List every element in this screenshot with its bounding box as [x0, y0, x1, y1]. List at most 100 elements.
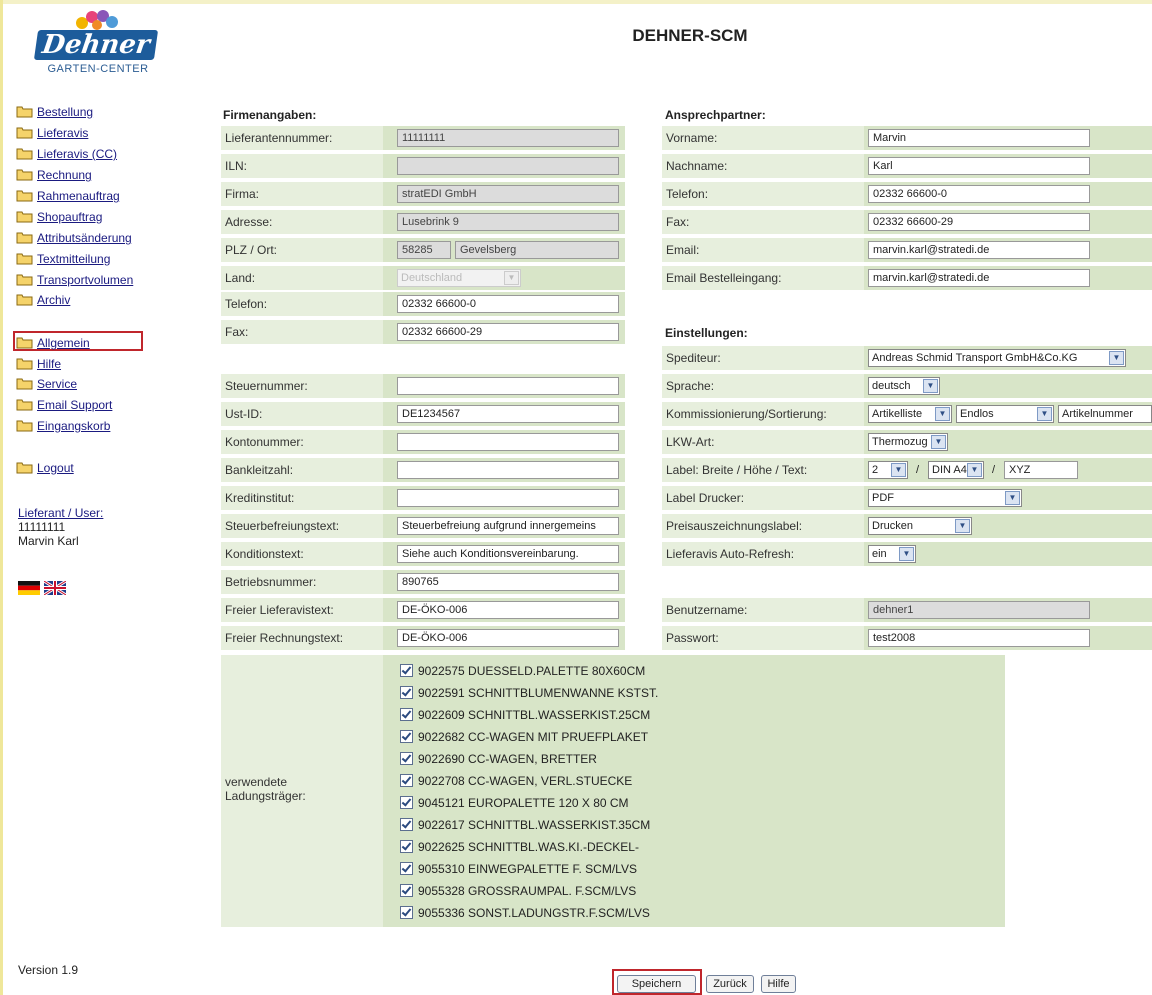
nav-item-shopauftrag[interactable]: Shopauftrag [16, 207, 102, 225]
spediteur-select[interactable]: Andreas Schmid Transport GmbH&Co.KG ▼ [868, 349, 1126, 367]
checkbox-checked-icon[interactable] [400, 818, 413, 832]
ust-id-field[interactable]: DE1234567 [397, 405, 619, 423]
fax-field[interactable]: 02332 66600-29 [397, 323, 619, 341]
field-label: Kreditinstitut: [221, 486, 383, 510]
ladungstraeger-item[interactable]: 9022682 CC-WAGEN MIT PRUEFPLAKET [400, 729, 648, 745]
checkbox-checked-icon[interactable] [400, 730, 413, 744]
ladungstraeger-item[interactable]: 9022575 DUESSELD.PALETTE 80X60CM [400, 663, 645, 679]
label-breite-select[interactable]: 2 ▼ [868, 461, 908, 479]
nav-item-bestellung[interactable]: Bestellung [16, 102, 93, 120]
row-freier-rechnungstext: Freier Rechnungstext: DE-ÖKO-006 [221, 626, 625, 650]
iln-field[interactable] [397, 157, 619, 175]
save-button[interactable]: Speichern [617, 975, 696, 993]
nav-item-allgemein[interactable]: Allgemein [16, 333, 90, 351]
ladungstraeger-item[interactable]: 9022690 CC-WAGEN, BRETTER [400, 751, 597, 767]
auto-refresh-select[interactable]: ein ▼ [868, 545, 916, 563]
ladungstraeger-item[interactable]: 9022708 CC-WAGEN, VERL.STUECKE [400, 773, 632, 789]
nachname-field[interactable]: Karl [868, 157, 1090, 175]
vorname-field[interactable]: Marvin [868, 129, 1090, 147]
uk-flag-icon[interactable] [43, 579, 68, 597]
help-button[interactable]: Hilfe [761, 975, 796, 993]
nav-label: Allgemein [37, 335, 90, 350]
checkbox-checked-icon[interactable] [400, 664, 413, 678]
betriebsnummer-field[interactable]: 890765 [397, 573, 619, 591]
kommissionierung-select-2[interactable]: Endlos ▼ [956, 405, 1054, 423]
ladungstraeger-item[interactable]: 9055310 EINWEGPALETTE F. SCM/LVS [400, 861, 637, 877]
checkbox-checked-icon[interactable] [400, 884, 413, 898]
nav-item-textmitteilung[interactable]: Textmitteilung [16, 249, 110, 267]
ansprech-fax-field[interactable]: 02332 66600-29 [868, 213, 1090, 231]
bankleitzahl-field[interactable] [397, 461, 619, 479]
land-select[interactable]: Deutschland ▼ [397, 269, 521, 287]
ladungstraeger-item[interactable]: 9055328 GROSSRAUMPAL. F.SCM/LVS [400, 883, 636, 899]
folder-icon [16, 462, 33, 474]
field-cell: 02332 66600-0 [864, 182, 1152, 206]
ansprech-telefon-field[interactable]: 02332 66600-0 [868, 185, 1090, 203]
adresse-field[interactable]: Lusebrink 9 [397, 213, 619, 231]
field-cell: PDF ▼ [864, 486, 1152, 510]
ladungstraeger-item[interactable]: 9022591 SCHNITTBLUMENWANNE KSTST. [400, 685, 658, 701]
checkbox-checked-icon[interactable] [400, 906, 413, 920]
freier-rechnungstext-field[interactable]: DE-ÖKO-006 [397, 629, 619, 647]
lieferantennummer-field[interactable]: 11111111 [397, 129, 619, 147]
preisauszeichnung-select[interactable]: Drucken ▼ [868, 517, 972, 535]
nav-item-rahmenauftrag[interactable]: Rahmenauftrag [16, 186, 120, 204]
field-label: Email Bestelleingang: [662, 266, 864, 290]
nav-item-logout[interactable]: Logout [16, 458, 74, 476]
sprache-select[interactable]: deutsch ▼ [868, 377, 940, 395]
nav-item-lieferavis[interactable]: Lieferavis [16, 123, 88, 141]
checkbox-checked-icon[interactable] [400, 708, 413, 722]
kommissionierung-select-1[interactable]: Artikelliste ▼ [868, 405, 952, 423]
checkbox-checked-icon[interactable] [400, 840, 413, 854]
sprache-select-value: deutsch [872, 380, 911, 392]
telefon-field[interactable]: 02332 66600-0 [397, 295, 619, 313]
ladungstraeger-item[interactable]: 9045121 EUROPALETTE 120 X 80 CM [400, 795, 629, 811]
nav-item-service[interactable]: Service [16, 374, 77, 392]
german-flag-icon[interactable] [18, 581, 40, 595]
checkbox-checked-icon[interactable] [400, 752, 413, 766]
firma-field[interactable]: stratEDI GmbH [397, 185, 619, 203]
kontonummer-field[interactable] [397, 433, 619, 451]
kommissionierung-select-3[interactable]: Artikelnummer [1058, 405, 1152, 423]
field-cell [383, 486, 625, 510]
nav-item-rechnung[interactable]: Rechnung [16, 165, 92, 183]
passwort-field[interactable]: test2008 [868, 629, 1090, 647]
steuerbefreiungstext-field[interactable]: Steuerbefreiung aufgrund innergemeins [397, 517, 619, 535]
label-text-field[interactable]: XYZ [1004, 461, 1078, 479]
nav-item-eingangskorb[interactable]: Eingangskorb [16, 416, 110, 434]
email-field[interactable]: marvin.karl@stratedi.de [868, 241, 1090, 259]
nav-item-archiv[interactable]: Archiv [16, 290, 70, 308]
checkbox-checked-icon[interactable] [400, 862, 413, 876]
field-cell: test2008 [864, 626, 1152, 650]
ladungstraeger-item[interactable]: 9022617 SCHNITTBL.WASSERKIST.35CM [400, 817, 650, 833]
checkbox-checked-icon[interactable] [400, 774, 413, 788]
checkbox-checked-icon[interactable] [400, 796, 413, 810]
field-cell: stratEDI GmbH [383, 182, 625, 206]
nav-item-transportvolumen[interactable]: Transportvolumen [16, 270, 133, 288]
row-ansprech-telefon: Telefon: 02332 66600-0 [662, 182, 1152, 206]
plz-field[interactable]: 58285 [397, 241, 451, 259]
nav-item-lieferavis-cc[interactable]: Lieferavis (CC) [16, 144, 117, 162]
nav-item-hilfe[interactable]: Hilfe [16, 354, 61, 372]
field-label: Vorname: [662, 126, 864, 150]
label-drucker-select[interactable]: PDF ▼ [868, 489, 1022, 507]
folder-icon [16, 169, 33, 181]
ladungstraeger-item[interactable]: 9022625 SCHNITTBL.WAS.KI.-DECKEL- [400, 839, 639, 855]
ladungstraeger-item[interactable]: 9022609 SCHNITTBL.WASSERKIST.25CM [400, 707, 650, 723]
label-hoehe-select[interactable]: DIN A4 ▼ [928, 461, 984, 479]
row-vorname: Vorname: Marvin [662, 126, 1152, 150]
benutzername-field[interactable]: dehner1 [868, 601, 1090, 619]
ladungstraeger-item[interactable]: 9055336 SONST.LADUNGSTR.F.SCM/LVS [400, 905, 650, 921]
checkbox-checked-icon[interactable] [400, 686, 413, 700]
lkw-art-select[interactable]: Thermozug ▼ [868, 433, 948, 451]
back-button[interactable]: Zurück [706, 975, 754, 993]
steuernummer-field[interactable] [397, 377, 619, 395]
nav-item-email-support[interactable]: Email Support [16, 395, 112, 413]
konditionstext-field[interactable]: Siehe auch Konditionsvereinbarung. [397, 545, 619, 563]
email-bestelleingang-field[interactable]: marvin.karl@stratedi.de [868, 269, 1090, 287]
nav-item-attributsaenderung[interactable]: Attributsänderung [16, 228, 132, 246]
ort-field[interactable]: Gevelsberg [455, 241, 619, 259]
kreditinstitut-field[interactable] [397, 489, 619, 507]
freier-lieferavistext-field[interactable]: DE-ÖKO-006 [397, 601, 619, 619]
dehner-logo[interactable]: Dehner GARTEN-CENTER [30, 8, 165, 78]
